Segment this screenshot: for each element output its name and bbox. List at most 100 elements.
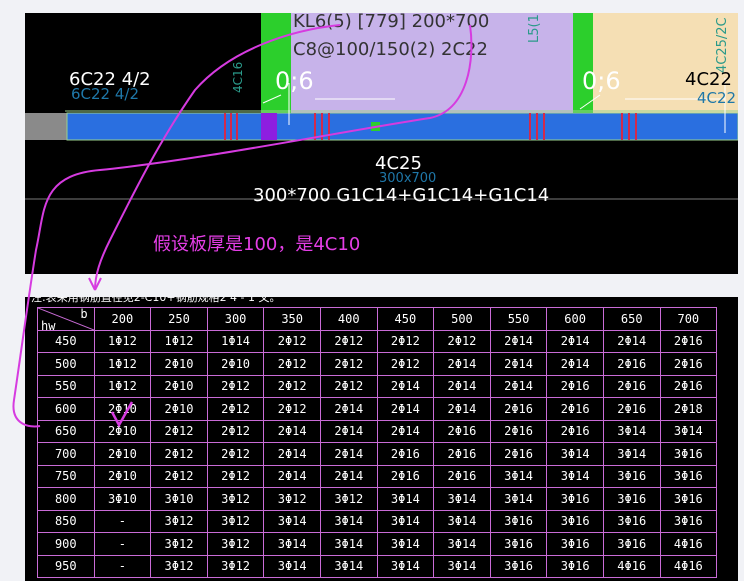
column-header: 700 xyxy=(659,307,718,331)
column-header: 450 xyxy=(376,307,435,331)
rebar-cell: 2Φ16 xyxy=(546,397,604,421)
rebar-cell: 3Φ16 xyxy=(489,554,548,578)
rebar-cell: 2Φ14 xyxy=(546,329,604,353)
rebar-bar xyxy=(67,113,738,140)
rebar-cell: 2Φ12 xyxy=(263,352,321,376)
column-header: 350 xyxy=(263,307,321,331)
rebar-cell: 2Φ16 xyxy=(489,397,548,421)
row-header-hw: 450 xyxy=(37,329,95,353)
rebar-cell: 3Φ16 xyxy=(602,487,661,511)
rebar-cell: 2Φ10 xyxy=(206,352,265,376)
rebar-cell: 3Φ16 xyxy=(659,442,718,466)
rebar-cell: 3Φ12 xyxy=(319,487,378,511)
rebar-cell: 3Φ14 xyxy=(263,554,321,578)
rebar-cell: 1Φ12 xyxy=(150,329,208,353)
rebar-cell: 2Φ12 xyxy=(376,329,435,353)
rebar-cell: 2Φ14 xyxy=(376,374,435,398)
rebar-cell: 2Φ18 xyxy=(659,397,718,421)
rebar-cell: 3Φ16 xyxy=(602,532,661,556)
green-node-marker xyxy=(371,122,380,131)
column-header: 550 xyxy=(489,307,548,331)
table-row: 950-3Φ12 3Φ12 3Φ14 3Φ14 3Φ14 3Φ14 3Φ16 3Φ16 4Φ16… xyxy=(37,554,718,578)
rebar-cell: 3Φ16 xyxy=(546,509,604,533)
rebar-cell: 2Φ16 xyxy=(602,352,661,376)
rebar-cell: 2Φ14 xyxy=(433,397,491,421)
rebar-table: b hw 200 250 300 350 400 450 500 550 600 650 700 450 1… xyxy=(37,307,718,578)
rebar-cell: 3Φ14 xyxy=(376,532,435,556)
rebar-cell: 2Φ10 xyxy=(93,419,152,443)
column-header: 300 xyxy=(206,307,265,331)
rebar-cell: 3Φ16 xyxy=(659,464,718,488)
rebar-cell: 3Φ12 xyxy=(150,554,208,578)
rebar-cell: 2Φ16 xyxy=(489,442,548,466)
rebar-cell: 3Φ14 xyxy=(319,554,378,578)
rebar-cell: 2Φ16 xyxy=(433,419,491,443)
rebar-cell: 3Φ12 xyxy=(263,487,321,511)
rebar-cell: 2Φ16 xyxy=(659,329,718,353)
right-support xyxy=(573,13,593,113)
table-row: 450 1Φ12 1Φ12 1Φ14 2Φ12 2Φ12 2Φ12 2Φ12 2Φ14 2Φ14 2… xyxy=(37,329,718,353)
rebar-cell: 2Φ14 xyxy=(319,419,378,443)
rebar-cell: 2Φ12 xyxy=(263,374,321,398)
rebar-cell: 2Φ12 xyxy=(376,352,435,376)
rebar-cell: 3Φ14 xyxy=(489,464,548,488)
rebar-cell: 3Φ14 xyxy=(376,509,435,533)
rebar-cell: 3Φ16 xyxy=(659,487,718,511)
rebar-cell: 2Φ10 xyxy=(93,442,152,466)
rebar-cell: 2Φ14 xyxy=(319,464,378,488)
rebar-cell: 2Φ12 xyxy=(206,442,265,466)
rebar-cell: 2Φ14 xyxy=(263,419,321,443)
rebar-cell: 2Φ10 xyxy=(150,352,208,376)
rebar-cell: - xyxy=(93,532,152,556)
rebar-cell: 3Φ14 xyxy=(433,554,491,578)
rebar-cell: 3Φ16 xyxy=(546,554,604,578)
section-spec-label: 300*700 G1C14+G1C14+G1C14 xyxy=(253,185,550,206)
rebar-cell: 4Φ16 xyxy=(659,532,718,556)
row-header-hw: 800 xyxy=(37,487,95,511)
rebar-cell: 4Φ16 xyxy=(659,554,718,578)
rebar-cell: 3Φ16 xyxy=(602,464,661,488)
row-header-hw: 850 xyxy=(37,509,95,533)
vertical-left-label: 4C16 xyxy=(231,61,245,93)
rebar-cell: 2Φ14 xyxy=(319,397,378,421)
rebar-cell: 3Φ14 xyxy=(546,464,604,488)
rebar-cell: 3Φ14 xyxy=(602,419,661,443)
column-header: 200 xyxy=(93,307,152,331)
column-header: 400 xyxy=(319,307,378,331)
rebar-cell: 3Φ16 xyxy=(489,532,548,556)
table-row: 850-3Φ12 3Φ12 3Φ14 3Φ14 3Φ14 3Φ14 3Φ16 3Φ16 3Φ16… xyxy=(37,509,718,533)
rebar-cell: 2Φ16 xyxy=(659,352,718,376)
rebar-cell: 2Φ16 xyxy=(376,464,435,488)
rebar-cell: 3Φ14 xyxy=(376,487,435,511)
rebar-table-panel: 注:表采用钢筋直径见2-C10+钢筋规格2 4 - 1 文。 b hw 200 250… xyxy=(25,297,738,581)
rebar-cell: 2Φ14 xyxy=(263,442,321,466)
row-header-hw: 950 xyxy=(37,554,95,578)
rebar-cell: 2Φ16 xyxy=(659,374,718,398)
rebar-cell: 2Φ16 xyxy=(489,419,548,443)
rebar-cell: 3Φ10 xyxy=(150,487,208,511)
cad-drawing-viewport[interactable]: KL6(5) [779] 200*700 C8@100/150(2) 2C22 … xyxy=(25,13,738,274)
rebar-cell: 2Φ12 xyxy=(263,329,321,353)
rebar-cell: 2Φ14 xyxy=(433,352,491,376)
table-row: 500 1Φ12 2Φ10 2Φ10 2Φ12 2Φ12 2Φ12 2Φ14 2Φ14 2Φ14 2… xyxy=(37,352,718,376)
table-row: 550 1Φ12 2Φ10 2Φ12 2Φ12 2Φ12 2Φ14 2Φ14 2Φ14 2Φ16 2… xyxy=(37,374,718,398)
rebar-cell: 2Φ12 xyxy=(319,329,378,353)
rebar-cell: - xyxy=(93,509,152,533)
column-header: 600 xyxy=(546,307,604,331)
rebar-cell: 1Φ12 xyxy=(93,352,152,376)
row-header-hw: 900 xyxy=(37,532,95,556)
rebar-cell: 2Φ14 xyxy=(433,374,491,398)
beam-title-label: KL6(5) [779] 200*700 xyxy=(293,13,490,32)
rebar-cell: 2Φ16 xyxy=(433,464,491,488)
stirrup-label: C8@100/150(2) 2C22 xyxy=(293,39,488,60)
rebar-cell: 2Φ12 xyxy=(150,442,208,466)
row-header-hw: 500 xyxy=(37,352,95,376)
left-support xyxy=(261,13,291,113)
pointer-arrowhead xyxy=(88,277,102,291)
purple-column-marker xyxy=(261,113,277,140)
rebar-cell: 3Φ14 xyxy=(489,487,548,511)
column-header: 500 xyxy=(433,307,491,331)
rebar-cell: 1Φ14 xyxy=(206,329,265,353)
rebar-cell: 2Φ12 xyxy=(206,374,265,398)
rebar-cell: 2Φ16 xyxy=(602,397,661,421)
